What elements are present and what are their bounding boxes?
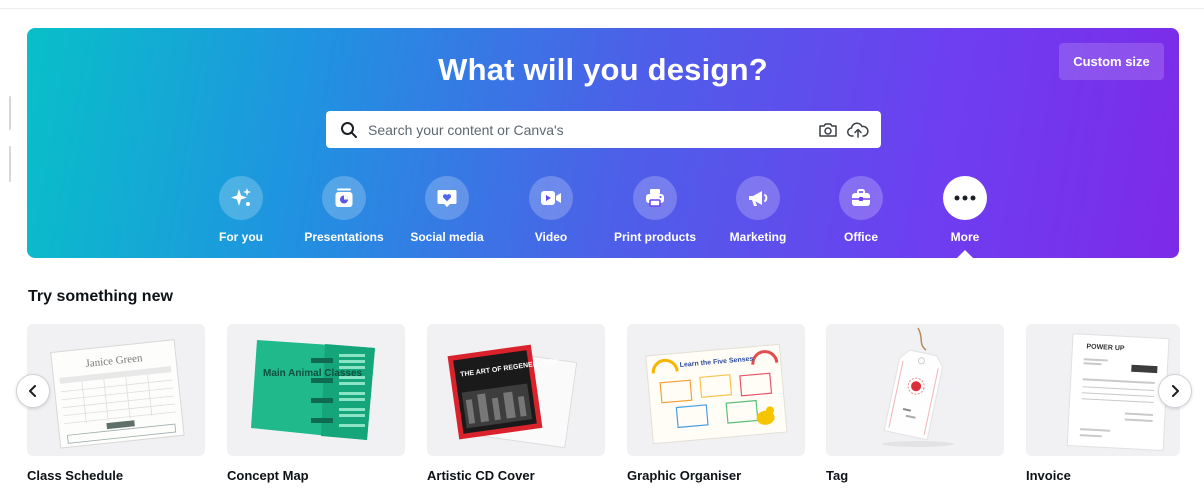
category-label: Social media [410,230,484,244]
category-marketing[interactable]: Marketing [703,176,813,244]
custom-size-button[interactable]: Custom size [1059,43,1164,80]
category-row: For you Presentations Social media Video… [27,176,1179,246]
camera-icon[interactable] [817,119,839,141]
carousel-next-button[interactable] [1158,374,1192,408]
heart-message-icon [425,176,469,220]
category-label: Presentations [304,230,384,244]
template-card-title: Invoice [1026,468,1071,483]
search-icon [340,121,358,139]
category-office[interactable]: Office [806,176,916,244]
video-camera-icon [529,176,573,220]
template-card-title: Class Schedule [27,468,124,483]
template-thumbnail: Janice Green [27,324,205,456]
active-category-pointer [956,250,974,259]
template-card-title: Tag [826,468,849,483]
top-divider [0,8,1204,9]
category-label: For you [219,230,263,244]
template-thumbnail: THE ART OF REGENERATION [427,324,605,456]
template-thumbnail [826,324,1004,456]
left-edge-mark [9,146,11,182]
carousel-prev-button[interactable] [16,374,50,408]
chevron-right-icon [1170,385,1180,397]
hero-title: What will you design? [438,52,768,87]
template-thumbnail: Learn the Five Senses [627,324,805,456]
printer-icon [633,176,677,220]
category-social-media[interactable]: Social media [392,176,502,244]
template-card-class-schedule[interactable]: Janice Green Class Schedule [27,324,205,483]
presentation-icon [322,176,366,220]
category-print-products[interactable]: Print products [600,176,710,244]
category-label: More [950,230,980,244]
hero-banner: What will you design? Custom size For yo… [27,28,1179,259]
category-label: Office [843,230,878,244]
category-label: Marketing [729,230,787,244]
category-label: Print products [613,230,696,244]
chevron-left-icon [28,385,38,397]
template-card-title: Graphic Organiser [627,468,742,483]
briefcase-icon [839,176,883,220]
category-label: Video [534,230,568,244]
upload-cloud-icon[interactable] [847,119,869,141]
more-dots-icon [943,176,987,220]
template-thumbnail: Main Animal Classes [227,324,405,456]
section-title: Try something new [28,288,173,305]
category-for-you[interactable]: For you [186,176,296,244]
template-card-title: Concept Map [227,468,309,483]
category-more[interactable]: More [910,176,1020,244]
search-input[interactable] [366,120,809,139]
category-video[interactable]: Video [496,176,606,244]
megaphone-icon [736,176,780,220]
category-presentations[interactable]: Presentations [289,176,399,244]
template-card-graphic-organiser[interactable]: Learn the Five Senses Graphic Organiser [627,324,805,483]
template-card-concept-map[interactable]: Main Animal Classes Concept Map [227,324,405,483]
template-card-title: Artistic CD Cover [427,468,535,483]
left-edge-mark [9,96,11,130]
sparkle-icon [219,176,263,220]
search-bar[interactable] [326,111,881,148]
template-card-tag[interactable]: Tag [826,324,1004,483]
template-thumbnail: POWER UP [1026,324,1180,456]
template-card-artistic-cd-cover[interactable]: THE ART OF REGENERATION Artistic CD Cove… [427,324,605,483]
